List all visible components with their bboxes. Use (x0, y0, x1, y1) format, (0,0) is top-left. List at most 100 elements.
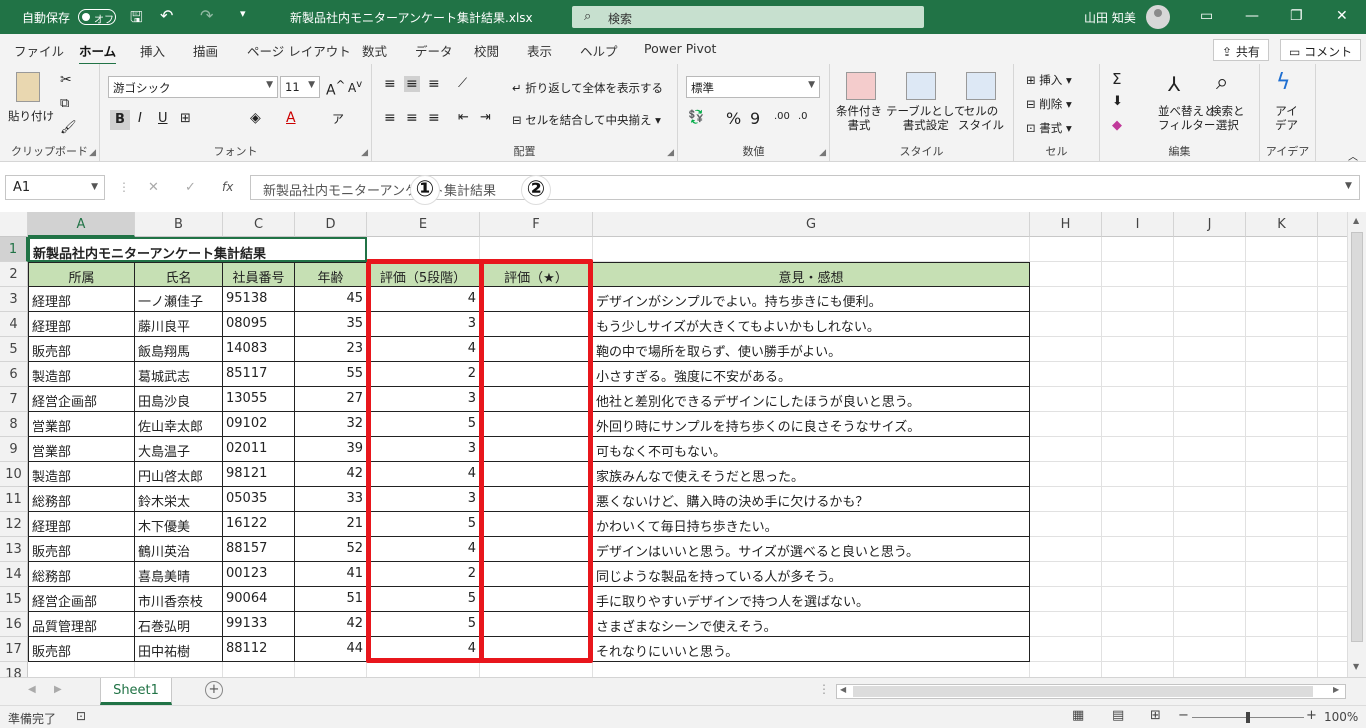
empty-cell[interactable] (1174, 437, 1246, 462)
next-sheet-icon[interactable]: ▶ (54, 684, 62, 695)
column-header-C[interactable]: C (223, 212, 295, 237)
table-cell-c[interactable]: 98121 (223, 462, 295, 487)
scroll-right-icon[interactable]: ▶ (1333, 685, 1339, 694)
table-cell-b[interactable]: 石巻弘明 (135, 612, 223, 637)
table-cell-a[interactable]: 経営企画部 (28, 587, 135, 612)
border-icon[interactable]: ⊞ (180, 111, 191, 126)
row-header[interactable]: 4 (0, 312, 28, 337)
table-cell-a[interactable]: 製造部 (28, 362, 135, 387)
column-header-H[interactable]: H (1030, 212, 1102, 237)
table-cell-a[interactable]: 製造部 (28, 462, 135, 487)
empty-cell[interactable] (1102, 537, 1174, 562)
row-header[interactable]: 14 (0, 562, 28, 587)
minimize-icon[interactable]: — (1245, 8, 1259, 24)
table-cell-d[interactable]: 35 (295, 312, 367, 337)
header-cell-g[interactable]: 意見・感想 (593, 262, 1030, 287)
empty-cell[interactable] (1102, 562, 1174, 587)
empty-cell[interactable] (1174, 362, 1246, 387)
font-name-dropdown[interactable]: 游ゴシック ▼ (108, 76, 278, 98)
table-cell-d[interactable]: 21 (295, 512, 367, 537)
table-cell-d[interactable]: 42 (295, 462, 367, 487)
row-header[interactable]: 18 (0, 662, 28, 677)
column-header-D[interactable]: D (295, 212, 367, 237)
scroll-up-icon[interactable]: ▲ (1353, 216, 1359, 225)
vertical-scroll-thumb[interactable] (1351, 232, 1363, 642)
grow-font-icon[interactable]: A^ (326, 78, 345, 99)
prev-sheet-icon[interactable]: ◀ (28, 684, 36, 695)
font-size-dropdown[interactable]: 11 ▼ (280, 76, 320, 98)
empty-cell[interactable] (1102, 287, 1174, 312)
cell-styles-icon[interactable] (966, 72, 996, 100)
empty-cell[interactable] (1246, 312, 1318, 337)
tab-formulas[interactable]: 数式 (362, 41, 387, 60)
table-cell-c[interactable]: 08095 (223, 312, 295, 337)
empty-cell[interactable] (1246, 612, 1318, 637)
name-box[interactable]: A1 ▼ (5, 175, 105, 200)
format-as-table-button[interactable]: テーブルとして 書式設定 (886, 104, 965, 132)
delete-cells-button[interactable]: ⊟ 削除 ▾ (1026, 96, 1072, 112)
empty-cell[interactable] (1174, 487, 1246, 512)
row-header[interactable]: 8 (0, 412, 28, 437)
insert-function-icon[interactable]: fx (222, 180, 233, 194)
comma-icon[interactable]: 9 (750, 109, 760, 128)
paste-icon[interactable] (16, 72, 40, 102)
table-cell-b[interactable]: 木下優美 (135, 512, 223, 537)
table-cell-g[interactable]: 悪くないけど、購入時の決め手に欠けるかも？ (593, 487, 1030, 512)
empty-cell[interactable] (1030, 362, 1102, 387)
italic-icon[interactable]: I (138, 111, 142, 126)
table-cell-g[interactable]: 小さすぎる。強度に不安がある。 (593, 362, 1030, 387)
orientation-icon[interactable]: ⟋ (458, 76, 467, 91)
number-launcher-icon[interactable]: ◢ (819, 148, 826, 158)
empty-cell[interactable] (1030, 562, 1102, 587)
empty-cell[interactable] (1246, 537, 1318, 562)
empty-cell[interactable] (1318, 512, 1347, 537)
table-cell-b[interactable]: 田島沙良 (135, 387, 223, 412)
empty-cell[interactable] (1246, 512, 1318, 537)
empty-cell[interactable] (1318, 587, 1347, 612)
empty-cell[interactable] (1102, 612, 1174, 637)
normal-view-icon[interactable]: ▦ (1072, 708, 1084, 723)
paste-button[interactable]: 貼り付け (8, 108, 54, 124)
empty-cell[interactable] (1174, 337, 1246, 362)
row-header[interactable]: 3 (0, 287, 28, 312)
table-cell-g[interactable]: 鞄の中で場所を取らず、使い勝手がよい。 (593, 337, 1030, 362)
tab-page-layout[interactable]: ページ レイアウト (247, 41, 351, 60)
table-cell-d[interactable]: 44 (295, 637, 367, 662)
empty-cell[interactable] (1102, 437, 1174, 462)
table-cell-b[interactable]: 喜島美晴 (135, 562, 223, 587)
table-cell-b[interactable]: 佐山幸太郎 (135, 412, 223, 437)
tab-view[interactable]: 表示 (527, 41, 552, 60)
header-cell-a[interactable]: 所属 (28, 262, 135, 287)
table-cell-d[interactable]: 39 (295, 437, 367, 462)
table-cell-g[interactable]: かわいくて毎日持ち歩きたい。 (593, 512, 1030, 537)
table-cell-g[interactable]: さまざまなシーンで使えそう。 (593, 612, 1030, 637)
table-cell-b[interactable]: 円山啓太郎 (135, 462, 223, 487)
empty-cell[interactable] (1174, 412, 1246, 437)
empty-cell[interactable] (1318, 237, 1347, 262)
empty-cell[interactable] (1030, 287, 1102, 312)
empty-cell[interactable] (1174, 662, 1246, 677)
sort-filter-button[interactable]: 並べ替えと フィルター (1158, 104, 1216, 132)
table-cell-g[interactable]: 同じような製品を持っている人が多そう。 (593, 562, 1030, 587)
empty-cell[interactable] (367, 662, 480, 677)
zoom-in-icon[interactable]: + (1306, 708, 1317, 723)
empty-cell[interactable] (1030, 662, 1102, 677)
clear-icon[interactable]: ◆ (1112, 118, 1122, 133)
table-cell-d[interactable]: 51 (295, 587, 367, 612)
table-cell-b[interactable]: 鈴木栄太 (135, 487, 223, 512)
empty-cell[interactable] (1102, 362, 1174, 387)
table-cell-b[interactable]: 田中祐樹 (135, 637, 223, 662)
table-cell-g[interactable]: もう少しサイズが大きくてもよいかもしれない。 (593, 312, 1030, 337)
table-cell-c[interactable]: 00123 (223, 562, 295, 587)
merge-center-button[interactable]: ⊟ セルを結合して中央揃え ▾ (512, 112, 661, 128)
empty-cell[interactable] (1102, 237, 1174, 262)
empty-cell[interactable] (1030, 337, 1102, 362)
increase-decimal-icon[interactable]: .00 (774, 111, 790, 122)
empty-cell[interactable] (1318, 562, 1347, 587)
empty-cell[interactable] (1174, 262, 1246, 287)
bold-icon[interactable]: B (110, 110, 130, 130)
empty-cell[interactable] (1246, 362, 1318, 387)
table-cell-a[interactable]: 販売部 (28, 337, 135, 362)
table-cell-c[interactable]: 85117 (223, 362, 295, 387)
empty-cell[interactable] (593, 237, 1030, 262)
